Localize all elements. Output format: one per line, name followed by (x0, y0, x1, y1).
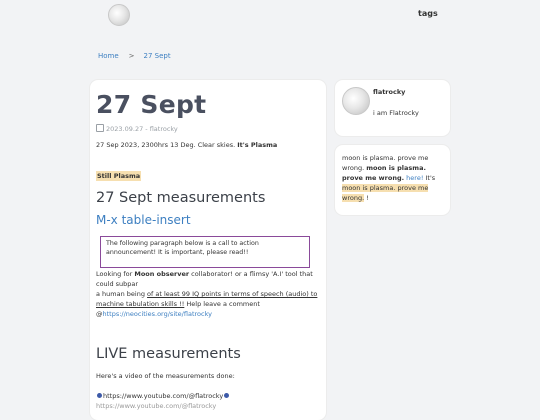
top-navbar: tags (0, 0, 540, 30)
video-intro: Here's a video of the measurements done: (96, 372, 235, 380)
note-link[interactable]: here! (404, 174, 423, 182)
video-link-tail[interactable]: https://www.youtube.com/@flatrocky (96, 402, 216, 410)
sidebar-note-card: moon is plasma. prove me wrong. moon is … (335, 145, 450, 215)
calendar-icon (96, 124, 104, 132)
profile-bio: i am Flatrocky (373, 109, 419, 117)
neocities-link[interactable]: https://neocities.org/site/flatrocky (103, 310, 212, 318)
bullet-icon (224, 393, 230, 398)
intro-bold: It's Plasma (237, 141, 278, 149)
post-meta: 2023.09.27 - flatrocky (96, 124, 178, 133)
table-insert-heading[interactable]: M-x table-insert (96, 213, 191, 227)
bullet-icon (97, 393, 102, 398)
breadcrumb-home-link[interactable]: Home (98, 52, 119, 60)
breadcrumb-current-link[interactable]: 27 Sept (144, 52, 171, 60)
cta-text-4: Help leave a comment (184, 300, 260, 308)
sidebar-note: moon is plasma. prove me wrong. moon is … (342, 153, 442, 203)
breadcrumb: Home >27 Sept (98, 52, 171, 60)
cta-paragraph: Looking for Moon observer collaborator! … (96, 269, 322, 319)
tags-nav-link[interactable]: tags (418, 9, 438, 18)
measurements-heading: 27 Sept measurements (96, 190, 266, 206)
avatar[interactable] (342, 87, 370, 115)
cta-text: Looking for (96, 270, 135, 278)
post-card: 27 Sept 2023.09.27 - flatrocky 27 Sep 20… (90, 80, 326, 420)
intro-paragraph: 27 Sep 2023, 2300hrs 13 Deg. Clear skies… (96, 140, 320, 150)
live-heading: LIVE measurements (96, 346, 241, 362)
call-to-action-box: The following paragraph below is a call … (100, 236, 310, 268)
post-date-author: 2023.09.27 - flatrocky (106, 125, 178, 133)
cta-bold: Moon observer (134, 270, 190, 278)
page-title: 27 Sept (96, 90, 207, 119)
site-logo[interactable] (108, 4, 130, 26)
cta-text-3: a human being (96, 290, 148, 298)
breadcrumb-separator: > (128, 52, 135, 60)
note-text-2: It's (423, 174, 436, 182)
profile-name[interactable]: flatrocky (373, 88, 405, 96)
note-end: ! (364, 194, 369, 202)
note-highlight: moon is plasma. prove me wrong. (342, 184, 429, 202)
profile-card: flatrocky i am Flatrocky (335, 80, 450, 136)
youtube-link[interactable]: https://www.youtube.com/@flatrocky (103, 392, 223, 400)
highlighted-text: Still Plasma (96, 171, 142, 181)
video-link-line: https://www.youtube.com/@flatrocky (96, 392, 230, 400)
intro-text: 27 Sep 2023, 2300hrs 13 Deg. Clear skies… (96, 141, 278, 149)
